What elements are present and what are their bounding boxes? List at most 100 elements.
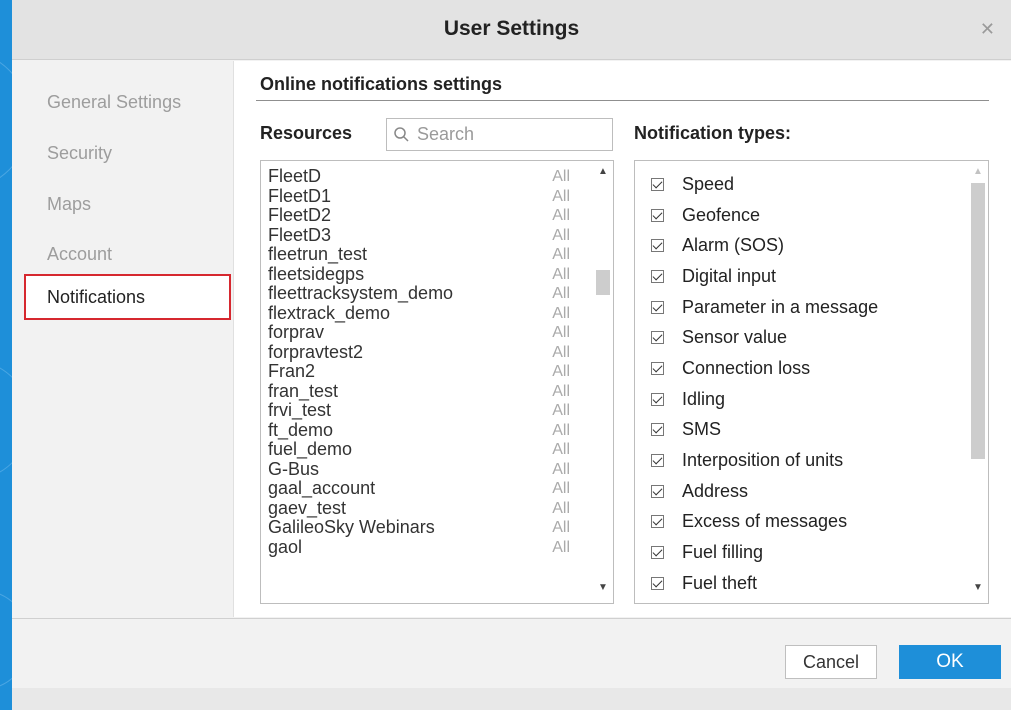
resource-row[interactable]: fleetsidegps All: [268, 264, 574, 285]
checkbox[interactable]: [651, 576, 664, 590]
resource-row[interactable]: gaal_account All: [268, 478, 574, 499]
resource-name: fuel_demo: [268, 439, 353, 459]
checkbox[interactable]: [651, 423, 664, 437]
resource-row[interactable]: frvi_test All: [268, 400, 574, 421]
checkbox[interactable]: [651, 208, 664, 222]
resource-row[interactable]: fleettracksystem_demo All: [268, 283, 574, 304]
scroll-down-arrow-icon[interactable]: ▼: [968, 579, 988, 597]
notification-type-row[interactable]: Address: [651, 476, 961, 507]
search-input[interactable]: [415, 123, 609, 146]
resource-row[interactable]: gaev_test All: [268, 498, 574, 519]
checkbox[interactable]: [651, 331, 664, 345]
notification-type-label: Connection loss: [682, 357, 811, 378]
resource-scope: All: [552, 187, 570, 205]
resource-row[interactable]: fuel_demo All: [268, 439, 574, 460]
checkbox[interactable]: [651, 484, 664, 498]
notification-types-list: Speed Geofence Alarm (SOS) Digital input Par…: [651, 169, 961, 604]
notification-type-label: Alarm (SOS): [682, 235, 785, 256]
notification-type-label: Route: [682, 603, 730, 604]
notification-type-row[interactable]: Connection loss: [651, 353, 961, 384]
search-icon: [394, 127, 409, 142]
dialog-titlebar: User Settings ✕: [12, 0, 1011, 60]
sidebar-item-security[interactable]: Security: [24, 130, 231, 176]
checkbox[interactable]: [651, 177, 664, 191]
scroll-up-arrow-icon[interactable]: ▲: [593, 163, 613, 181]
resource-scope: All: [552, 324, 570, 341]
resource-row[interactable]: Fran2 All: [268, 361, 574, 382]
resource-row[interactable]: FleetD3 All: [268, 224, 574, 246]
resource-name: flextrack_demo: [268, 302, 391, 323]
sidebar-item-account[interactable]: Account: [24, 231, 231, 277]
checkbox[interactable]: [651, 515, 664, 529]
settings-sidebar: General Settings Security Maps Account N…: [12, 61, 234, 617]
resource-row[interactable]: fran_test All: [268, 381, 574, 402]
scroll-up-arrow-icon[interactable]: ▲: [968, 163, 988, 181]
notification-type-row[interactable]: Parameter in a message: [651, 292, 961, 323]
checkbox[interactable]: [651, 392, 664, 406]
resource-row[interactable]: flextrack_demo All: [268, 302, 574, 324]
resource-scope: All: [552, 519, 570, 536]
resource-scope: All: [552, 460, 570, 478]
ok-button[interactable]: OK: [899, 645, 1001, 679]
resource-scope: All: [552, 382, 570, 400]
resource-row[interactable]: FleetD All: [268, 166, 574, 187]
resource-scope: All: [552, 168, 570, 185]
resource-row[interactable]: G-Bus All: [268, 459, 574, 480]
resource-row[interactable]: FleetD1 All: [268, 186, 574, 207]
resource-row[interactable]: fleetrun_test All: [268, 244, 574, 265]
resource-scope: All: [552, 207, 570, 224]
notification-type-row[interactable]: Fuel filling: [651, 537, 961, 568]
notification-type-row[interactable]: SMS: [651, 415, 961, 446]
close-icon[interactable]: ✕: [980, 20, 995, 38]
resource-name: gaol: [268, 536, 303, 557]
resource-scope: All: [552, 246, 570, 263]
resources-scrollbar[interactable]: ▲ ▼: [593, 161, 613, 603]
checkbox[interactable]: [651, 454, 664, 468]
notification-type-row[interactable]: Geofence: [651, 200, 961, 231]
notification-type-row[interactable]: Fuel theft: [651, 568, 961, 599]
notification-type-row[interactable]: Speed: [651, 169, 961, 200]
notification-type-label: Address: [682, 480, 749, 501]
notification-type-row[interactable]: Route: [651, 599, 961, 604]
cancel-button[interactable]: Cancel: [785, 645, 877, 679]
notification-type-row[interactable]: Alarm (SOS): [651, 230, 961, 261]
sidebar-item-notifications[interactable]: Notifications: [24, 274, 231, 320]
checkbox[interactable]: [651, 546, 664, 560]
resource-name: fleettracksystem_demo: [268, 283, 454, 303]
resources-list-panel: FleetD All FleetD1 All FleetD2 All FleetD3 All f…: [260, 160, 614, 604]
section-divider: [256, 100, 989, 101]
types-scrollbar[interactable]: ▲ ▼: [968, 161, 988, 603]
notification-type-row[interactable]: Idling: [651, 384, 961, 415]
notification-type-row[interactable]: Sensor value: [651, 322, 961, 353]
resource-scope: All: [552, 265, 570, 283]
resource-row[interactable]: gaol All: [268, 536, 574, 558]
notification-type-label: Idling: [682, 388, 726, 409]
resource-scope: All: [552, 499, 570, 517]
notification-types-panel: Speed Geofence Alarm (SOS) Digital input Par…: [634, 160, 989, 604]
resource-name: FleetD: [268, 166, 322, 186]
notification-type-row[interactable]: Interposition of units: [651, 445, 961, 476]
checkbox[interactable]: [651, 361, 664, 375]
checkbox[interactable]: [651, 300, 664, 314]
resource-row[interactable]: FleetD2 All: [268, 205, 574, 226]
checkbox[interactable]: [651, 239, 664, 253]
scroll-down-arrow-icon[interactable]: ▼: [593, 579, 613, 597]
notification-type-label: Excess of messages: [682, 511, 848, 532]
resource-scope: All: [552, 441, 570, 458]
resource-row[interactable]: ft_demo All: [268, 420, 574, 441]
checkbox[interactable]: [651, 269, 664, 283]
resources-list: FleetD All FleetD1 All FleetD2 All FleetD3 All f…: [268, 166, 574, 558]
sidebar-item-general-settings[interactable]: General Settings: [24, 79, 231, 125]
notification-type-row[interactable]: Excess of messages: [651, 507, 961, 538]
resource-row[interactable]: forprav All: [268, 322, 574, 343]
notification-type-label: Geofence: [682, 204, 761, 225]
resource-name: FleetD3: [268, 224, 332, 245]
dialog-title: User Settings: [443, 17, 580, 40]
search-box: [386, 118, 613, 151]
scrollbar-thumb[interactable]: [971, 183, 985, 459]
scrollbar-thumb[interactable]: [596, 270, 610, 295]
notification-type-row[interactable]: Digital input: [651, 261, 961, 292]
sidebar-item-maps[interactable]: Maps: [24, 181, 231, 227]
resource-row[interactable]: forpravtest2 All: [268, 342, 574, 363]
resource-row[interactable]: GalileoSky Webinars All: [268, 517, 574, 538]
